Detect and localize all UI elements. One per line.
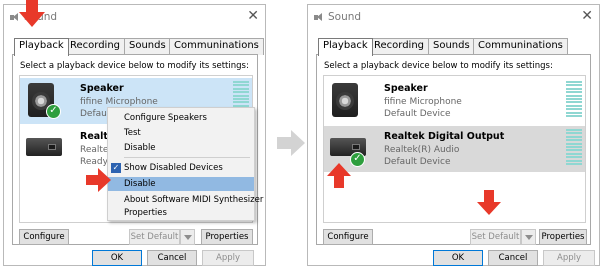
- device-status: Default Device: [384, 109, 451, 119]
- digital-output-icon: [26, 138, 62, 156]
- menu-item-label: Show Disabled Devices: [124, 163, 223, 173]
- device-subtitle: Realte: [80, 145, 109, 155]
- menu-item-show-disabled-devices[interactable]: ✓ Show Disabled Devices: [108, 161, 254, 175]
- level-meter: [566, 81, 582, 121]
- tab-recording[interactable]: Recording: [65, 38, 126, 55]
- configure-button[interactable]: Configure: [19, 229, 69, 245]
- device-status: Default Device: [384, 157, 451, 167]
- default-check-icon: ✓: [350, 152, 365, 167]
- device-item-speaker[interactable]: Speaker fifine Microphone Default Device: [324, 78, 585, 124]
- properties-button[interactable]: Properties: [539, 229, 587, 245]
- device-name: Speaker: [384, 83, 428, 94]
- device-item-realtek-digital-output[interactable]: ✓ Realtek Digital Output Realtek(R) Audi…: [324, 126, 585, 172]
- tab-sounds[interactable]: Sounds: [428, 38, 475, 55]
- chevron-down-icon: [184, 235, 192, 240]
- device-subtitle: fifine Microphone: [384, 97, 462, 107]
- speaker-device-icon: [332, 83, 358, 117]
- playback-panel: Select a playback device below to modify…: [316, 54, 591, 245]
- menu-item-test[interactable]: Test: [108, 126, 254, 140]
- ok-button[interactable]: OK: [433, 250, 483, 266]
- tab-playback[interactable]: Playback: [318, 38, 373, 56]
- tab-recording[interactable]: Recording: [369, 38, 430, 55]
- menu-item-configure-speakers[interactable]: Configure Speakers: [108, 111, 254, 125]
- close-button[interactable]: ✕: [247, 9, 259, 23]
- red-arrow-down-icon: [19, 0, 45, 27]
- configure-button[interactable]: Configure: [323, 229, 373, 245]
- set-default-button[interactable]: Set Default: [470, 229, 521, 245]
- menu-separator: [124, 157, 250, 158]
- cancel-button[interactable]: Cancel: [147, 250, 197, 266]
- menu-item-about-midi[interactable]: About Software MIDI Synthesizer: [108, 193, 263, 207]
- chevron-down-icon: [525, 235, 533, 240]
- red-arrow-up-icon: [327, 163, 351, 188]
- red-arrow-down-icon: [477, 190, 501, 215]
- device-name: Speaker: [80, 83, 124, 94]
- tab-playback[interactable]: Playback: [14, 38, 69, 56]
- set-default-button[interactable]: Set Default: [129, 229, 180, 245]
- tab-communications[interactable]: Communinations: [169, 38, 264, 55]
- properties-button[interactable]: Properties: [201, 229, 253, 245]
- context-menu: Configure Speakers Test Disable ✓ Show D…: [107, 107, 263, 221]
- cancel-button[interactable]: Cancel: [488, 250, 538, 266]
- red-arrow-right-icon: [86, 168, 111, 192]
- set-default-dropdown[interactable]: [180, 229, 195, 245]
- transition-arrow-icon: [277, 130, 305, 156]
- device-list[interactable]: Speaker fifine Microphone Default Device…: [323, 75, 586, 223]
- checkbox-checked-icon: ✓: [111, 163, 121, 173]
- menu-item-disable[interactable]: Disable: [108, 141, 254, 155]
- level-meter: [566, 129, 582, 169]
- device-subtitle: fifine Microphone: [80, 97, 158, 107]
- window-title: Sound: [328, 11, 362, 23]
- title-bar: Sound ✕: [308, 5, 599, 29]
- apply-button[interactable]: Apply: [543, 250, 595, 266]
- apply-button[interactable]: Apply: [202, 250, 254, 266]
- instruction-text: Select a playback device below to modify…: [324, 61, 553, 71]
- sound-dialog-after: Sound ✕ Playback Recording Sounds Commun…: [307, 4, 600, 266]
- speaker-icon: [314, 13, 324, 22]
- tab-sounds[interactable]: Sounds: [124, 38, 171, 55]
- instruction-text: Select a playback device below to modify…: [20, 61, 249, 71]
- menu-item-disable-highlighted[interactable]: Disable: [108, 177, 254, 191]
- menu-item-properties[interactable]: Properties: [108, 206, 254, 220]
- set-default-dropdown[interactable]: [521, 229, 536, 245]
- device-status: Ready: [80, 157, 108, 167]
- device-subtitle: Realtek(R) Audio: [384, 145, 460, 155]
- close-button[interactable]: ✕: [581, 9, 593, 23]
- tab-communications[interactable]: Communinations: [473, 38, 568, 55]
- ok-button[interactable]: OK: [92, 250, 142, 266]
- device-name: Realtek Digital Output: [384, 131, 505, 142]
- default-check-icon: ✓: [46, 104, 61, 119]
